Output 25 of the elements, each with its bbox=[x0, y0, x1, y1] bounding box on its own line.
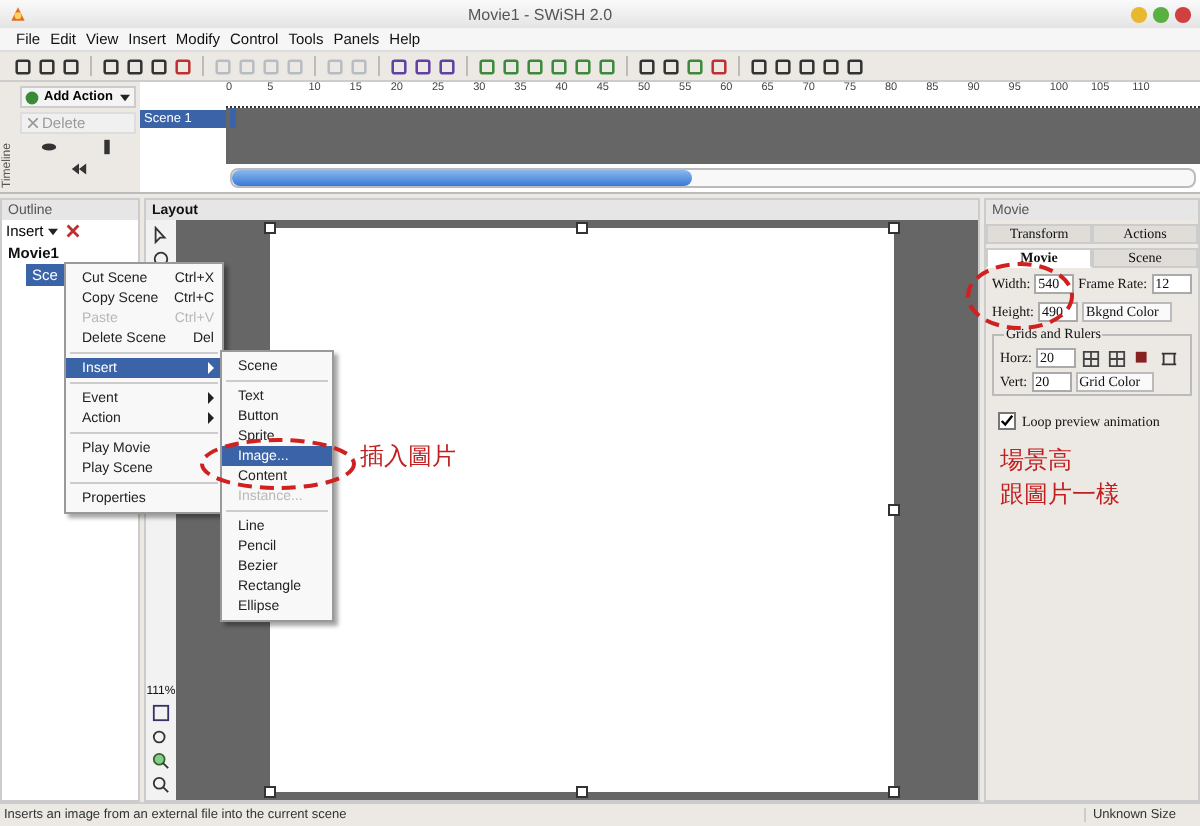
window-title: Movie1 - SWiSH 2.0 bbox=[468, 5, 615, 23]
app-logo-icon bbox=[8, 4, 28, 24]
pointer-icon[interactable] bbox=[152, 226, 170, 244]
zoom-out-icon[interactable] bbox=[152, 776, 170, 794]
resize-handle[interactable] bbox=[264, 222, 276, 234]
annotation-text: 跟圖片一樣 bbox=[1000, 478, 1120, 512]
resize-handle[interactable] bbox=[576, 786, 588, 798]
resize-handle[interactable] bbox=[888, 786, 900, 798]
checkbox[interactable] bbox=[998, 412, 1016, 430]
dashed-ellipse-annotation bbox=[966, 262, 1074, 330]
resize-handle[interactable] bbox=[576, 222, 588, 234]
caret-icon bbox=[47, 227, 58, 235]
rewind-icon[interactable] bbox=[69, 160, 87, 178]
annotation-text: 場景高 bbox=[1000, 444, 1074, 478]
snap-grid-icon[interactable] bbox=[1107, 349, 1126, 367]
grid-icon[interactable] bbox=[1081, 349, 1100, 367]
resize-handle[interactable] bbox=[264, 786, 276, 798]
horizontal-scrollbar[interactable] bbox=[230, 168, 1196, 188]
caret-icon bbox=[120, 93, 131, 101]
scrollbar-thumb[interactable] bbox=[232, 170, 692, 186]
resize-handle[interactable] bbox=[888, 504, 900, 516]
resize-handle[interactable] bbox=[888, 222, 900, 234]
close-button[interactable] bbox=[1174, 5, 1192, 23]
annotation-text: 插入圖片 bbox=[360, 440, 456, 474]
zoom-in-icon[interactable] bbox=[152, 752, 170, 770]
